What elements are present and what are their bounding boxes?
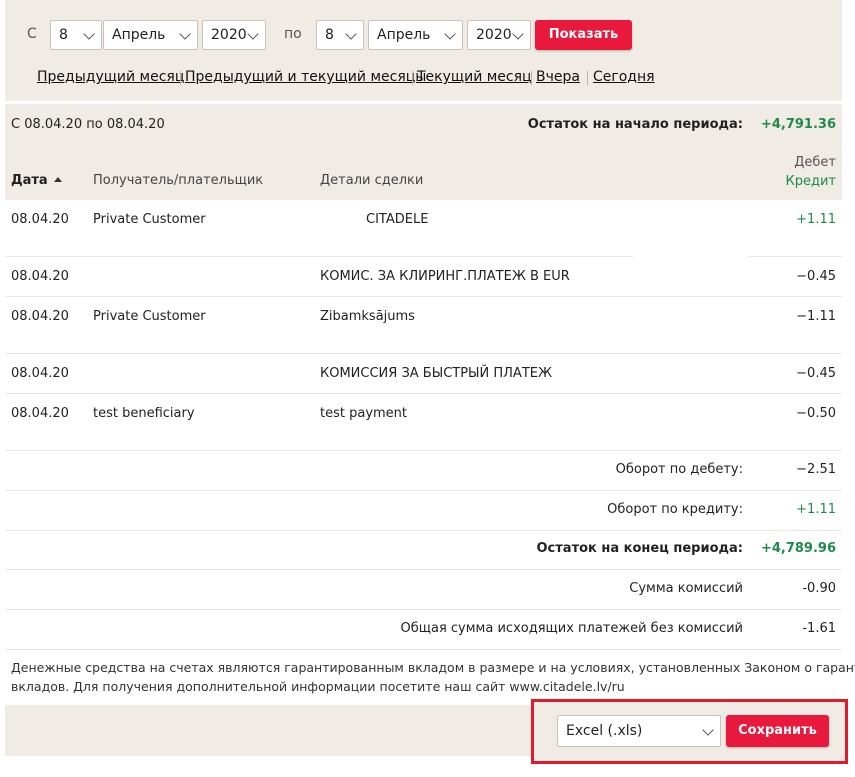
- opening-balance-label: Остаток на начало периода:: [527, 117, 743, 132]
- row-divider: [5, 393, 842, 394]
- row-date: 08.04.20: [11, 212, 69, 227]
- row-divider: [5, 450, 842, 451]
- chevron-down-icon: [179, 28, 191, 40]
- statement-table: С 08.04.20 по 08.04.20 Остаток на начало…: [5, 104, 855, 756]
- row-date: 08.04.20: [11, 269, 69, 284]
- link-separator: [531, 71, 532, 85]
- row-amount: −1.11: [796, 309, 836, 324]
- from-month-value: Апрель: [112, 27, 166, 43]
- row-amount: −0.45: [796, 269, 836, 284]
- row-amount: +1.11: [796, 212, 836, 227]
- link-yesterday[interactable]: Вчера: [536, 69, 580, 85]
- totals-value: −2.51: [796, 462, 836, 477]
- chevron-down-icon: [345, 28, 357, 40]
- row-details: КОМИС. ЗА КЛИРИНГ.ПЛАТЕЖ В EUR: [320, 269, 570, 284]
- from-year-select[interactable]: 2020: [202, 20, 266, 50]
- row-divider: [5, 353, 842, 354]
- show-button[interactable]: Показать: [535, 20, 632, 50]
- totals-value: +1.11: [796, 502, 836, 517]
- row-divider: [5, 296, 842, 297]
- link-today[interactable]: Сегодня: [593, 69, 655, 85]
- row-divider: [748, 256, 842, 257]
- column-date-label: Дата: [11, 173, 48, 188]
- chevron-down-icon: [247, 28, 259, 40]
- save-button[interactable]: Сохранить: [726, 715, 829, 747]
- deposit-guarantee-notice-line: вкладов. Для получения дополнительной ин…: [11, 679, 625, 694]
- totals-label: Общая сумма исходящих платежей без комис…: [400, 621, 744, 636]
- period-range: С 08.04.20 по 08.04.20: [11, 117, 165, 132]
- from-day-value: 8: [59, 27, 68, 43]
- column-date-header[interactable]: Дата: [11, 173, 62, 188]
- deposit-guarantee-notice-line: Денежные средства на счетах являются гар…: [11, 660, 855, 675]
- totals-label: Остаток на конец периода:: [536, 541, 744, 556]
- row-amount: −0.45: [796, 366, 836, 381]
- link-separator: [587, 71, 588, 85]
- chevron-down-icon: [512, 28, 524, 40]
- column-counterparty-header: Получатель/плательщик: [93, 173, 264, 188]
- row-divider: [5, 490, 842, 491]
- row-details: test payment: [320, 406, 408, 421]
- column-credit-header: Кредит: [785, 174, 837, 189]
- row-counterparty: Private Customer: [93, 309, 206, 324]
- export-format-select[interactable]: Excel (.xls): [557, 715, 721, 747]
- chevron-down-icon: [444, 28, 456, 40]
- totals-label: Оборот по кредиту:: [607, 502, 743, 517]
- row-counterparty: test beneficiary: [93, 406, 195, 421]
- row-divider: [5, 256, 633, 257]
- row-date: 08.04.20: [11, 366, 69, 381]
- to-month-select[interactable]: Апрель: [368, 20, 463, 50]
- to-label: по: [284, 26, 302, 42]
- from-day-select[interactable]: 8: [50, 20, 102, 50]
- to-year-select[interactable]: 2020: [467, 20, 531, 50]
- link-current-month[interactable]: Текущий месяц: [417, 69, 532, 85]
- row-counterparty: Private Customer: [93, 212, 206, 227]
- column-debit-header: Дебет: [794, 155, 836, 170]
- row-divider: [5, 609, 842, 610]
- totals-value: +4,789.96: [760, 541, 836, 556]
- row-date: 08.04.20: [11, 406, 69, 421]
- totals-value: -1.61: [802, 621, 836, 636]
- date-filter-bar: С 8 Апрель 2020 по 8 Апрель 2020 Показат…: [5, 0, 842, 101]
- from-label: С: [27, 26, 37, 42]
- to-year-value: 2020: [476, 27, 512, 43]
- totals-value: -0.90: [802, 581, 836, 596]
- link-previous-and-current-month[interactable]: Предыдущий и текущий месяцы: [185, 69, 426, 85]
- link-previous-month[interactable]: Предыдущий месяц: [37, 69, 184, 85]
- row-date: 08.04.20: [11, 309, 69, 324]
- row-divider: [5, 530, 842, 531]
- from-year-value: 2020: [211, 27, 247, 43]
- row-amount: −0.50: [796, 406, 836, 421]
- column-details-header: Детали сделки: [320, 173, 424, 188]
- chevron-down-icon: [83, 28, 95, 40]
- totals-label: Оборот по дебету:: [615, 462, 743, 477]
- row-details: КОМИССИЯ ЗА БЫСТРЫЙ ПЛАТЕЖ: [320, 366, 552, 381]
- link-separator: [180, 71, 181, 85]
- to-day-value: 8: [325, 27, 334, 43]
- row-details: CITADELE: [366, 212, 429, 227]
- row-divider: [5, 569, 842, 570]
- to-month-value: Апрель: [377, 27, 431, 43]
- row-divider: [5, 649, 842, 650]
- export-format-value: Excel (.xls): [566, 723, 643, 739]
- export-controls-highlight: Excel (.xls) Сохранить: [531, 699, 848, 764]
- to-day-select[interactable]: 8: [316, 20, 364, 50]
- sort-ascending-icon: [53, 177, 62, 182]
- from-month-select[interactable]: Апрель: [103, 20, 198, 50]
- chevron-down-icon: [702, 724, 714, 736]
- opening-balance-value: +4,791.36: [760, 117, 836, 132]
- row-details: Zibamksājums: [320, 309, 415, 324]
- link-separator: [412, 71, 413, 85]
- totals-label: Сумма комиссий: [629, 581, 743, 596]
